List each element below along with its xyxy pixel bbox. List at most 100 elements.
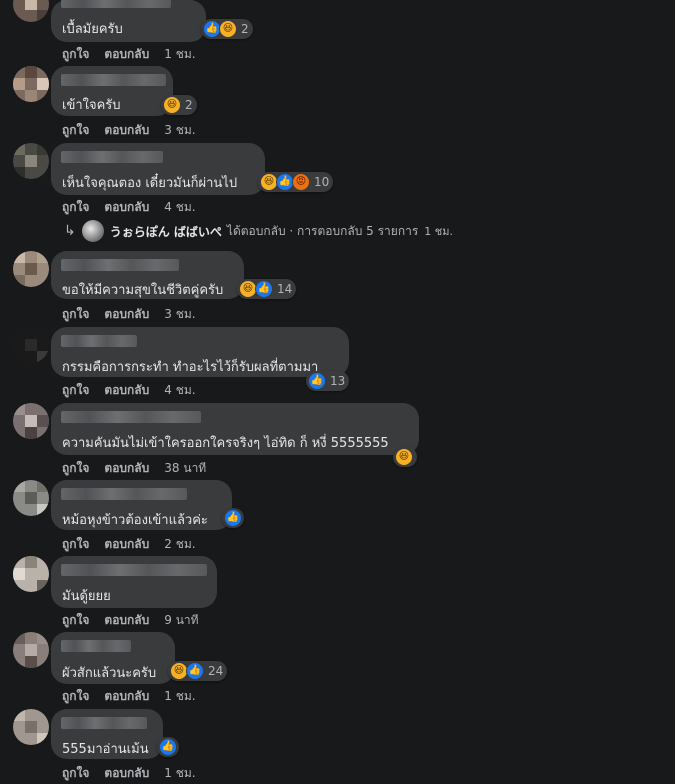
timestamp[interactable]: 4 ชม. [164, 381, 195, 400]
replier-avatar [81, 220, 104, 242]
reaction-count: 24 [208, 664, 224, 678]
like-icon: 👍 [255, 280, 273, 298]
timestamp[interactable]: 3 ชม. [164, 305, 195, 324]
reaction-summary[interactable]: 👍 [157, 737, 179, 757]
comment-actions: ถูกใจ ตอบกลับ 2 ชม. [62, 535, 196, 554]
reply-summary-text: ได้ตอบกลับ · การตอบกลับ 5 รายการ [226, 223, 419, 238]
comment-bubble: หม้อหุงข้าวต้องเข้าแล้วค่ะ [51, 480, 232, 530]
reply-button[interactable]: ตอบกลับ [104, 687, 149, 706]
reaction-count: 10 [314, 175, 330, 189]
avatar[interactable] [13, 709, 49, 745]
blurred-author-name [61, 259, 179, 271]
reaction-summary[interactable]: 👍 [222, 508, 244, 528]
comment-text: มันดู้ยยย [62, 589, 111, 604]
blurred-author-name [61, 564, 207, 576]
avatar[interactable] [13, 403, 49, 439]
comment-actions: ถูกใจ ตอบกลับ 1 ชม. [62, 45, 196, 64]
comment-text: ผัวสักแล้วนะครับ [62, 666, 157, 681]
avatar[interactable] [13, 0, 49, 22]
comment-actions: ถูกใจ ตอบกลับ 4 ชม. [62, 198, 196, 217]
blurred-author-name [61, 74, 166, 86]
comment-actions: ถูกใจ ตอบกลับ 4 ชม. [62, 381, 196, 400]
comment-text: 555มาอ่านเม้น [62, 742, 149, 757]
timestamp[interactable]: 1 ชม. [164, 45, 195, 64]
timestamp[interactable]: 1 ชม. [164, 764, 195, 783]
reaction-summary[interactable]: 👍 13 [306, 371, 350, 391]
timestamp[interactable]: 2 ชม. [164, 535, 195, 554]
like-icon: 👍 [224, 509, 242, 527]
reply-button[interactable]: ตอบกลับ [104, 381, 149, 400]
like-button[interactable]: ถูกใจ [62, 611, 89, 630]
reply-button[interactable]: ตอบกลับ [104, 611, 149, 630]
reply-button[interactable]: ตอบกลับ [104, 198, 149, 217]
blurred-author-name [61, 335, 137, 347]
avatar[interactable] [13, 556, 49, 592]
comment-bubble: ขอให้มีความสุขในชีวิตคู่ครับ [51, 251, 244, 299]
comment-bubble: ผัวสักแล้วนะครับ [51, 632, 175, 684]
timestamp[interactable]: 4 ชม. [164, 198, 195, 217]
replier-name: うぉらぽん ばばいぺ [109, 224, 222, 239]
reaction-count: 2 [185, 98, 193, 112]
comment-bubble: 555มาอ่านเม้น [51, 709, 163, 759]
reply-button[interactable]: ตอบกลับ [104, 121, 149, 140]
avatar[interactable] [13, 632, 49, 668]
angry-icon: 😡 [292, 173, 310, 191]
comment-bubble: เบื้ลมัยครับ [51, 0, 206, 42]
comment-actions: ถูกใจ ตอบกลับ 1 ชม. [62, 764, 196, 783]
timestamp[interactable]: 1 ชม. [164, 687, 195, 706]
haha-icon: 😆 [219, 20, 237, 38]
reply-button[interactable]: ตอบกลับ [104, 535, 149, 554]
reply-button[interactable]: ตอบกลับ [104, 305, 149, 324]
comment-text: ขอให้มีความสุขในชีวิตคู่ครับ [62, 283, 224, 298]
comment-text: หม้อหุงข้าวต้องเข้าแล้วค่ะ [62, 513, 208, 528]
avatar[interactable] [13, 143, 49, 179]
comment-actions: ถูกใจ ตอบกลับ 3 ชม. [62, 121, 196, 140]
like-button[interactable]: ถูกใจ [62, 305, 89, 324]
like-button[interactable]: ถูกใจ [62, 459, 89, 478]
timestamp[interactable]: 38 นาที [164, 459, 206, 478]
reaction-count: 13 [330, 374, 346, 388]
reply-time: 1 ชม. [424, 225, 453, 238]
comment-text: กรรมคือการกระทำ ทำอะไรไว้ก็รับผลที่ตามมา [62, 360, 319, 375]
comment-actions: ถูกใจ ตอบกลับ 9 นาที [62, 611, 199, 630]
comment-actions: ถูกใจ ตอบกลับ 38 นาที [62, 459, 206, 478]
reply-button[interactable]: ตอบกลับ [104, 459, 149, 478]
reply-button[interactable]: ตอบกลับ [104, 764, 149, 783]
like-button[interactable]: ถูกใจ [62, 121, 89, 140]
blurred-author-name [61, 151, 163, 163]
like-button[interactable]: ถูกใจ [62, 381, 89, 400]
timestamp[interactable]: 3 ชม. [164, 121, 195, 140]
reaction-summary[interactable]: 😆 2 [161, 95, 197, 115]
blurred-author-name [61, 411, 201, 423]
like-button[interactable]: ถูกใจ [62, 45, 89, 64]
comment-bubble: เห็นใจคุณตอง เดี๋ยวมันก็ผ่านไป [51, 143, 265, 195]
reaction-count: 2 [241, 22, 249, 36]
reaction-summary[interactable]: 😆 👍 😡 10 [258, 172, 334, 192]
comment-text: เห็นใจคุณตอง เดี๋ยวมันก็ผ่านไป [62, 176, 238, 191]
like-button[interactable]: ถูกใจ [62, 535, 89, 554]
reaction-summary[interactable]: 😆 👍 14 [237, 279, 297, 299]
comment-bubble: เข้าใจครับ [51, 66, 173, 116]
reply-arrow-icon: ↳ [64, 223, 76, 239]
reaction-summary[interactable]: 😆 👍 24 [168, 661, 228, 681]
like-button[interactable]: ถูกใจ [62, 198, 89, 217]
like-button[interactable]: ถูกใจ [62, 687, 89, 706]
avatar[interactable] [13, 327, 49, 363]
comment-text: เบื้ลมัยครับ [62, 22, 123, 37]
view-replies-link[interactable]: ↳ うぉらぽん ばばいぺ ได้ตอบกลับ · การตอบกลับ 5 ร… [64, 220, 453, 242]
haha-icon: 😆 [163, 96, 181, 114]
reaction-summary[interactable]: 😆 [393, 447, 417, 467]
avatar[interactable] [13, 480, 49, 516]
avatar[interactable] [13, 251, 49, 287]
avatar[interactable] [13, 66, 49, 102]
comment-text: เข้าใจครับ [62, 98, 121, 113]
like-icon: 👍 [186, 662, 204, 680]
timestamp[interactable]: 9 นาที [164, 611, 198, 630]
like-button[interactable]: ถูกใจ [62, 764, 89, 783]
reply-button[interactable]: ตอบกลับ [104, 45, 149, 64]
comment-text: ความคันมันไม่เข้าใครออกใครจริงๆ ไอ่ทิด ก… [62, 436, 389, 451]
reaction-summary[interactable]: 👍 😆 2 [201, 19, 253, 39]
like-icon: 👍 [159, 738, 177, 756]
comment-bubble: กรรมคือการกระทำ ทำอะไรไว้ก็รับผลที่ตามมา [51, 327, 349, 377]
comment-bubble: มันดู้ยยย [51, 556, 217, 608]
